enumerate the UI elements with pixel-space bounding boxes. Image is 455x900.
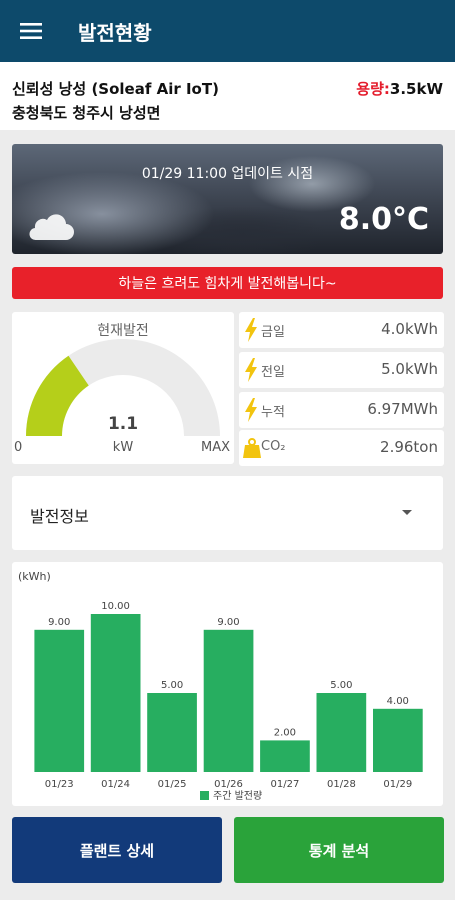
bar-data-label: 9.00 — [217, 617, 239, 628]
lightning-icon — [245, 358, 257, 382]
bar-data-label: 5.00 — [161, 680, 183, 691]
y-axis-label: (kWh) — [18, 570, 51, 583]
plant-info: 신뢰성 낭성 (Soleaf Air IoT) 충청북도 청주시 낭성면 용량:… — [0, 62, 455, 130]
plant-detail-button[interactable]: 플랜트 상세 — [12, 817, 222, 883]
gauge-value: 1.1 — [107, 414, 139, 434]
capacity-label: 용량: — [356, 80, 390, 98]
x-tick-label: 01/26 — [214, 779, 243, 790]
x-tick-label: 01/25 — [158, 779, 187, 790]
stat-today: 금일 4.0kWh — [239, 312, 444, 348]
bar-data-label: 9.00 — [48, 617, 70, 628]
stat-label: CO₂ — [261, 439, 286, 454]
chart-bar — [147, 693, 197, 772]
weather-update-time: 01/29 11:00 업데이트 시점 — [141, 166, 314, 182]
stat-cumulative: 누적 6.97MWh — [239, 392, 444, 428]
plant-address: 충청북도 청주시 낭성면 — [12, 104, 161, 122]
dropdown-arrow-icon — [402, 510, 412, 515]
bar-data-label: 5.00 — [330, 680, 352, 691]
plant-capacity: 용량:3.5kW — [356, 78, 443, 99]
info-type-select[interactable]: 발전정보 — [12, 476, 443, 550]
chart-bar — [203, 629, 254, 772]
stat-co2: CO₂ 2.96ton — [239, 430, 444, 466]
capacity-value: 3.5kW — [389, 80, 443, 98]
x-tick-label: 01/23 — [45, 779, 74, 790]
stat-label: 금일 — [261, 325, 285, 340]
temperature: 8.0°C — [338, 202, 429, 237]
page-title: 발전현황 — [78, 20, 152, 45]
stat-label: 전일 — [261, 365, 285, 380]
bar-data-label: 4.00 — [387, 696, 409, 707]
stat-value: 2.96ton — [380, 438, 438, 456]
chart-bar — [316, 693, 367, 772]
lightning-icon — [245, 398, 257, 422]
chart-bar — [373, 708, 423, 772]
gauge-title: 현재발전 — [97, 323, 149, 339]
stat-value: 5.0kWh — [381, 360, 438, 378]
stat-label: 누적 — [261, 405, 285, 420]
stat-value: 4.0kWh — [381, 320, 438, 338]
bar-chart: (kWh) 9.00 01/23 10.00 01/24 5.00 01/25 9.00 01/… — [18, 570, 423, 802]
lightning-icon — [245, 318, 257, 342]
bar-data-label: 2.00 — [274, 727, 296, 738]
x-tick-label: 01/28 — [327, 779, 356, 790]
bar-data-label: 10.00 — [101, 601, 130, 612]
x-tick-label: 01/24 — [101, 779, 130, 790]
chart-bar — [260, 740, 310, 772]
statistics-button[interactable]: 통계 분석 — [234, 817, 444, 883]
weather-panel: 01/29 11:00 업데이트 시점 8.0°C — [12, 144, 443, 254]
gauge-min-label: 0 — [14, 440, 23, 455]
co2-weight-icon — [243, 438, 261, 458]
legend-swatch — [200, 791, 209, 800]
info-type-selected: 발전정보 — [30, 507, 89, 526]
stat-value: 6.97MWh — [367, 400, 438, 418]
legend-label: 주간 발전량 — [213, 790, 262, 802]
x-tick-label: 01/29 — [383, 779, 412, 790]
current-generation-card: 현재발전 1.1 kW 0 MAX — [12, 312, 234, 464]
chart-bar — [34, 629, 85, 772]
gauge-max-label: MAX — [200, 440, 230, 455]
app-bar: 발전현황 — [0, 0, 455, 62]
stat-yesterday: 전일 5.0kWh — [239, 352, 444, 388]
weekly-generation-chart: (kWh) 9.00 01/23 10.00 01/24 5.00 01/25 9.00 01/… — [12, 562, 443, 806]
status-banner: 하늘은 흐려도 힘차게 발전해봅니다~ — [12, 267, 443, 299]
x-tick-label: 01/27 — [270, 779, 299, 790]
plant-name: 신뢰성 낭성 (Soleaf Air IoT) — [12, 80, 219, 98]
hamburger-menu-icon — [20, 23, 42, 39]
cloud-icon — [29, 214, 74, 241]
chart-bar — [90, 614, 141, 772]
menu-button[interactable] — [0, 0, 62, 62]
